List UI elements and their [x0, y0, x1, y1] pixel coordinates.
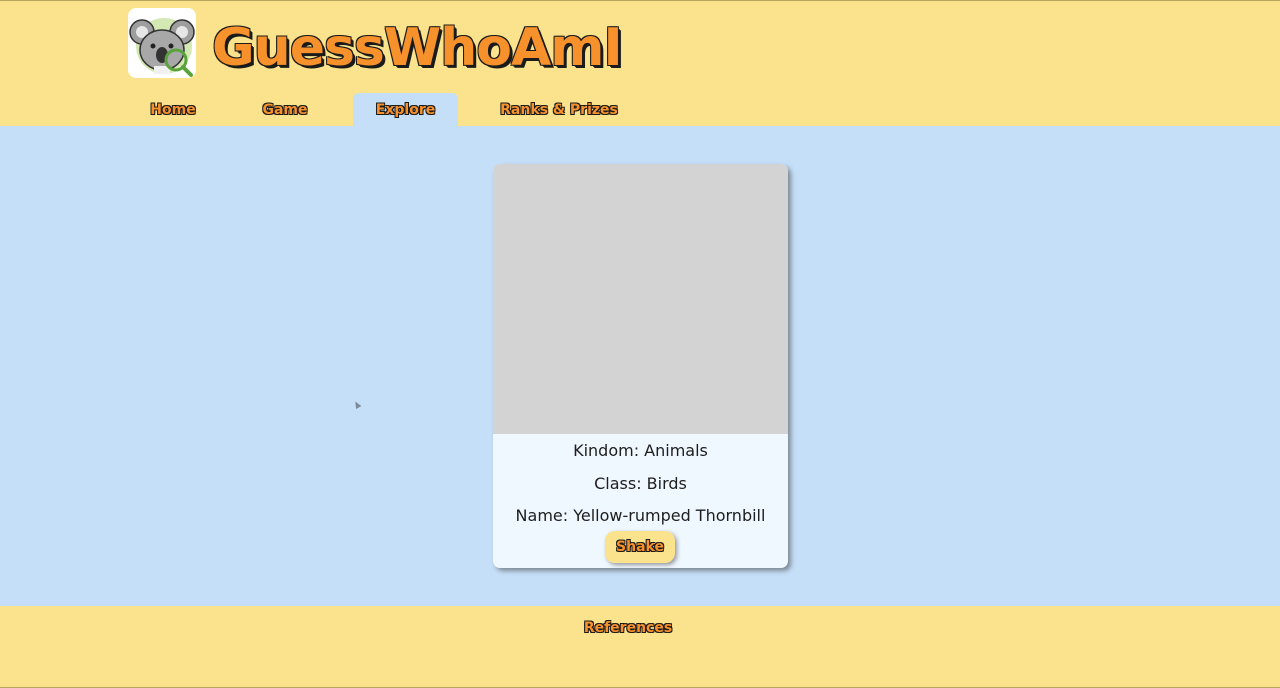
nav-home[interactable]: Home	[138, 93, 208, 127]
site-header: GuessWhoAmI Home Game Explore Ranks & Pr…	[0, 0, 1280, 127]
species-image-placeholder	[493, 164, 788, 434]
references-link[interactable]: References	[0, 620, 1256, 636]
nav-game[interactable]: Game	[250, 93, 320, 127]
nav-explore[interactable]: Explore	[353, 93, 458, 127]
nav-ranks-prizes[interactable]: Ranks & Prizes	[495, 93, 623, 127]
species-card: Kindom: Animals Class: Birds Name: Yello…	[493, 164, 788, 568]
kingdom-text: Kindom: Animals	[573, 441, 708, 460]
koala-logo-icon[interactable]	[128, 8, 196, 78]
main-nav: Home Game Explore Ranks & Prizes	[0, 93, 1280, 127]
shake-button[interactable]: Shake	[605, 531, 675, 563]
class-text: Class: Birds	[594, 474, 687, 493]
site-title: GuessWhoAmI	[212, 18, 623, 78]
species-name-text: Name: Yellow-rumped Thornbill	[515, 506, 766, 525]
mouse-cursor-icon	[352, 399, 362, 410]
site-footer: References	[0, 606, 1280, 688]
